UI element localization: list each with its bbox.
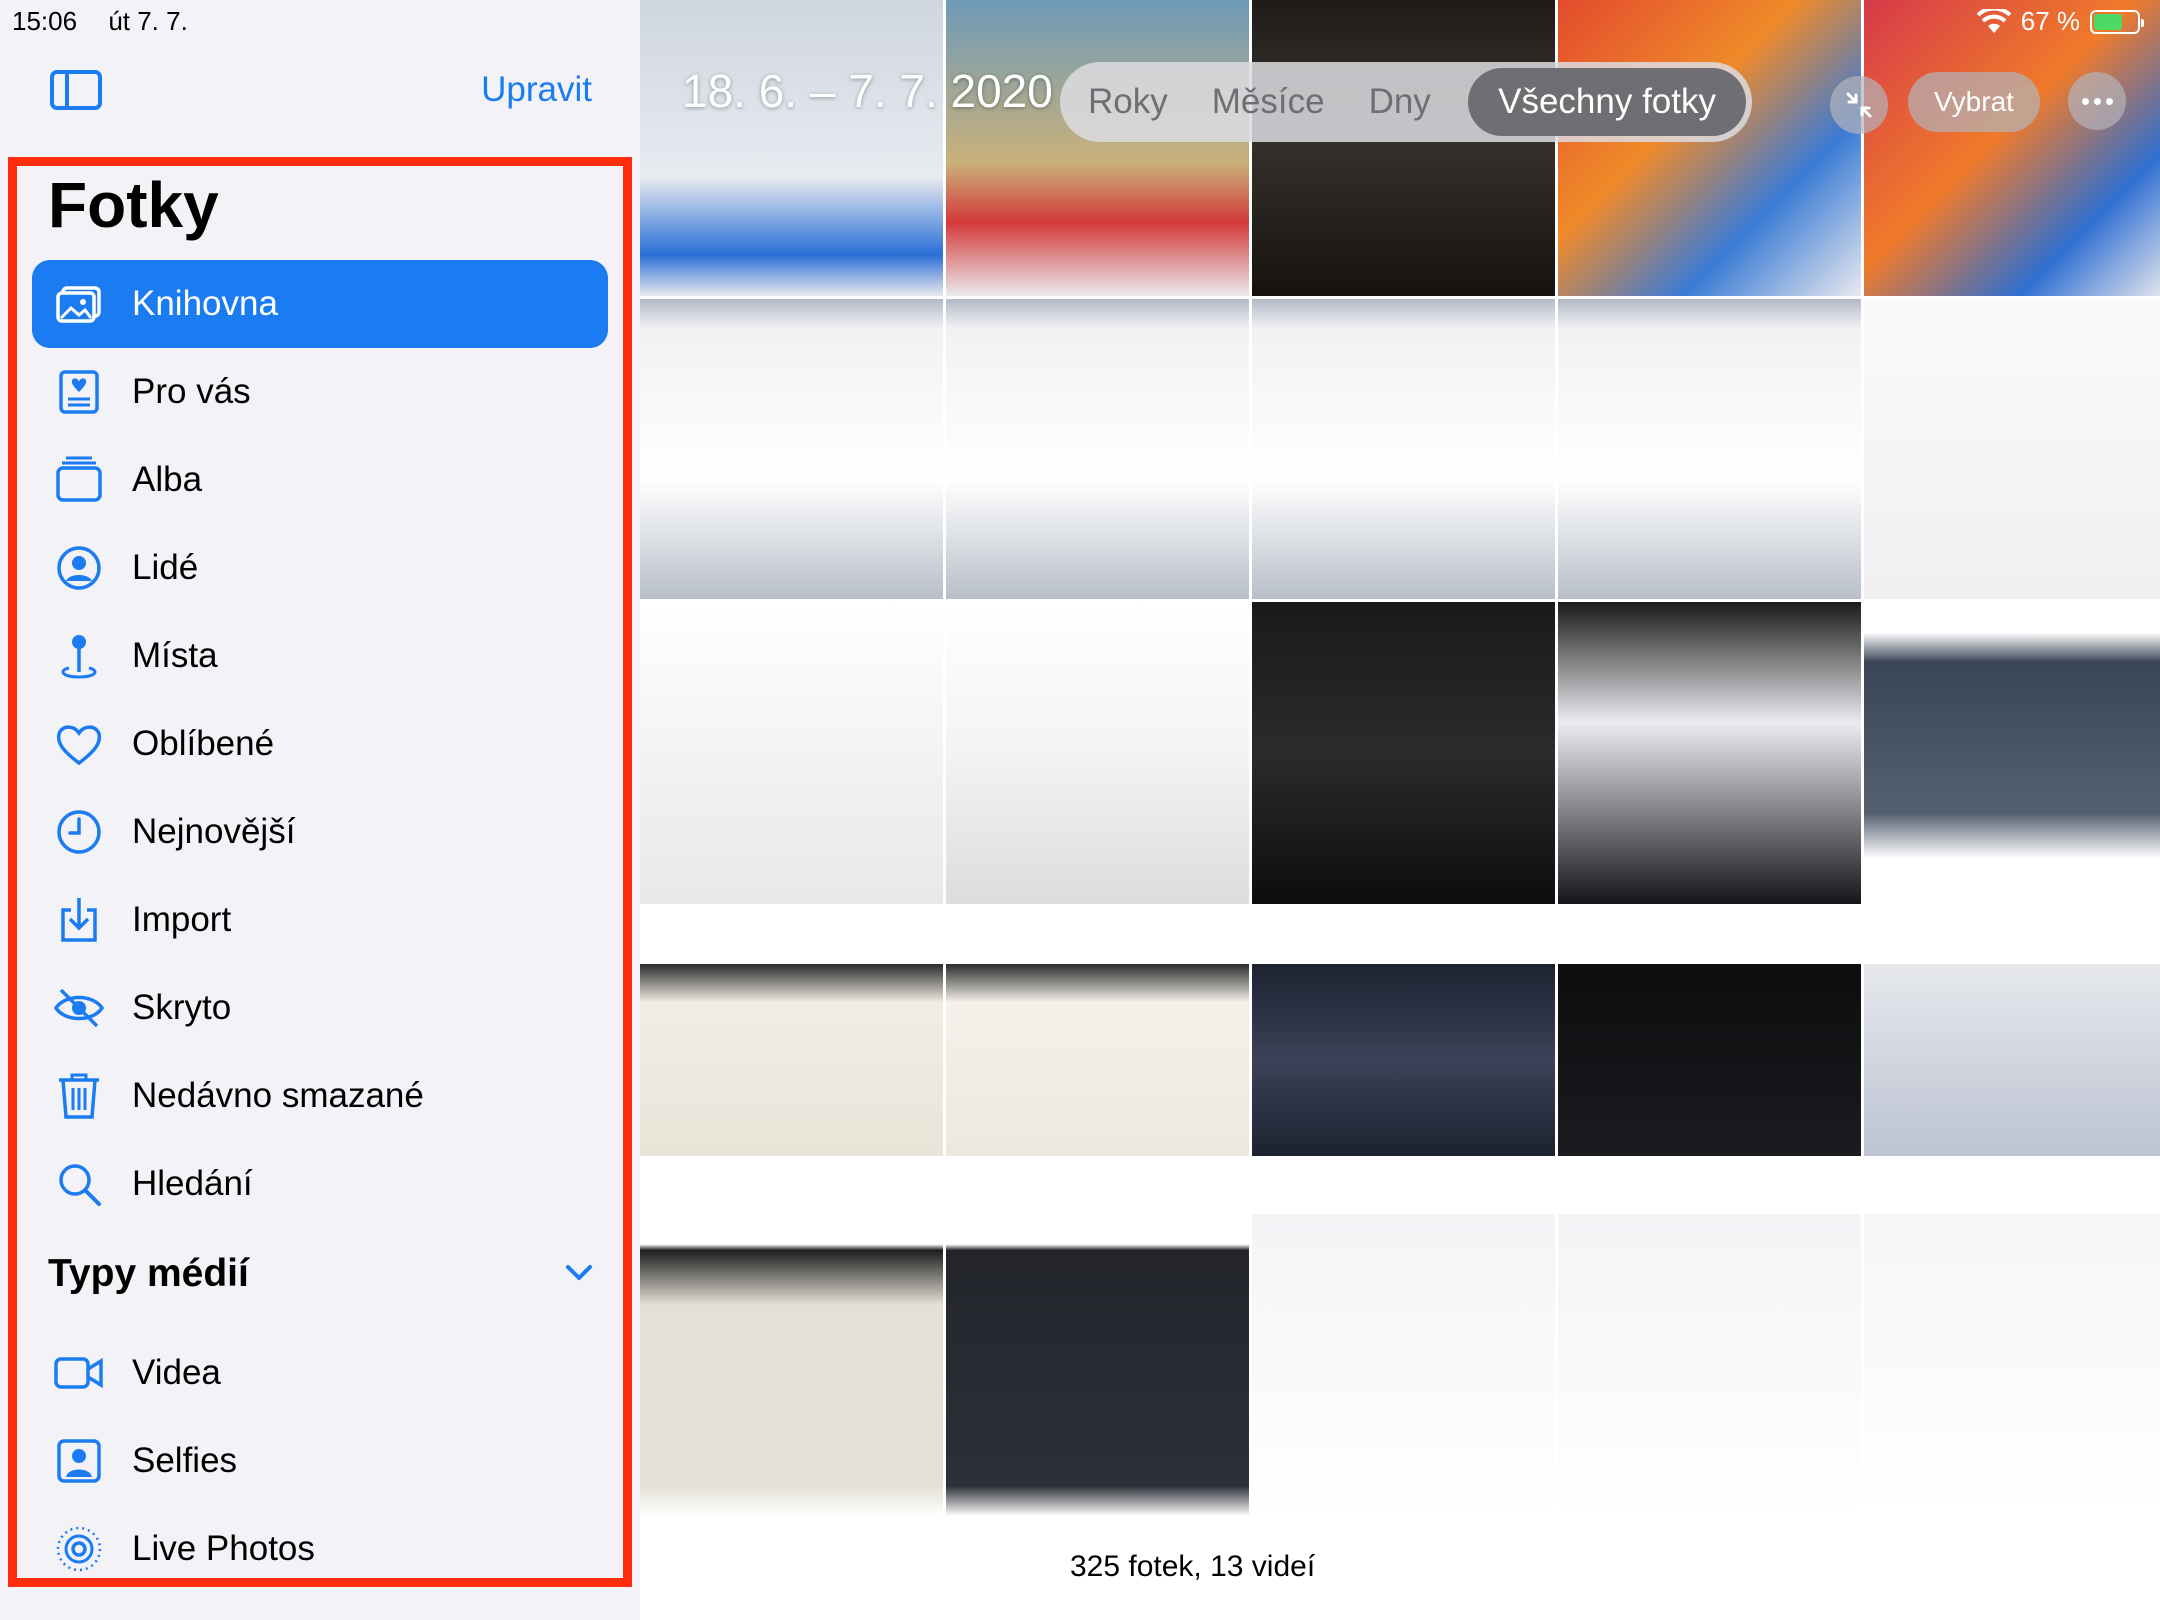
live-photo-icon (50, 1520, 108, 1578)
view-segmented-control: Roky Měsíce Dny Všechny fotky (1060, 62, 1752, 142)
sidebar-item-label: Live Photos (132, 1529, 315, 1568)
photo-thumbnail[interactable] (1864, 1214, 2160, 1516)
segment-1[interactable]: Měsíce (1190, 68, 1347, 136)
photo-thumbnail[interactable] (1864, 0, 2160, 296)
photo-thumbnail[interactable] (640, 602, 943, 904)
sidebar-item-videa[interactable]: Videa (32, 1329, 608, 1417)
people-icon (50, 539, 108, 597)
photo-thumbnail[interactable] (1558, 964, 1861, 1156)
photo-thumbnail[interactable] (1864, 602, 2160, 904)
photo-thumbnail[interactable] (640, 964, 943, 1156)
sidebar-item-label: Skryto (132, 988, 232, 1027)
photo-thumbnail[interactable] (1252, 0, 1555, 296)
photo-count: 325 fotek, 13 videí (1070, 1550, 1316, 1583)
sidebar-item-label: Knihovna (132, 284, 278, 323)
photo-thumbnail[interactable] (1252, 964, 1555, 1156)
albums-icon (50, 451, 108, 509)
more-button[interactable] (2068, 72, 2126, 130)
status-date: út 7. 7. (108, 6, 188, 36)
trash-icon (50, 1067, 108, 1125)
photo-thumbnail[interactable] (946, 1214, 1249, 1516)
photo-thumbnail[interactable] (1864, 964, 2160, 1156)
photo-library: 18. 6. – 7. 7. 2020 Roky Měsíce Dny Všechny… (640, 0, 2160, 1620)
status-time: 15:06 (12, 6, 78, 36)
sidebar-item-label: Videa (132, 1353, 221, 1392)
edit-button[interactable]: Upravit (481, 70, 592, 110)
sidebar-item-skryto[interactable]: Skryto (32, 964, 608, 1052)
battery-icon (2090, 9, 2144, 34)
select-button[interactable]: Vybrat (1908, 72, 2040, 132)
video-icon (50, 1344, 108, 1402)
sidebar-item-pro-vas[interactable]: Pro vás (32, 348, 608, 436)
sidebar-item-selfies[interactable]: Selfies (32, 1417, 608, 1505)
segment-2[interactable]: Dny (1347, 68, 1453, 136)
media-types-title: Typy médií (48, 1252, 249, 1295)
collapse-arrows-icon (1846, 92, 1872, 118)
selfie-icon (50, 1432, 108, 1490)
sidebar-item-label: Alba (132, 460, 203, 499)
segment-0[interactable]: Roky (1066, 68, 1190, 136)
sidebar-item-lide[interactable]: Lidé (32, 524, 608, 612)
search-icon (50, 1155, 108, 1213)
photo-thumbnail[interactable] (1558, 1214, 1861, 1516)
sidebar-item-label: Nedávno smazané (132, 1076, 424, 1115)
wifi-icon (1976, 8, 2011, 33)
sidebar-item-oblibene[interactable]: Oblíbené (32, 700, 608, 788)
zoom-toggle-button[interactable] (1830, 76, 1888, 134)
photo-thumbnail[interactable] (640, 0, 943, 296)
segment-3[interactable]: Všechny fotky (1468, 68, 1746, 136)
heart-icon (50, 715, 108, 773)
sidebar-item-label: Oblíbené (132, 724, 275, 763)
photo-thumbnail[interactable] (640, 1214, 943, 1516)
sidebar-item-label: Lidé (132, 548, 199, 587)
status-bar-left: 15:06 út 7. 7. (12, 6, 212, 37)
photo-thumbnail[interactable] (640, 299, 943, 599)
sidebar-item-label: Selfies (132, 1441, 238, 1480)
for-you-icon (50, 363, 108, 421)
date-range-title: 18. 6. – 7. 7. 2020 (682, 65, 1053, 117)
sidebar-item-alba[interactable]: Alba (32, 436, 608, 524)
photo-thumbnail[interactable] (1252, 299, 1555, 599)
places-icon (50, 627, 108, 685)
sidebar-item-hledani[interactable]: Hledání (32, 1140, 608, 1228)
library-icon (50, 275, 108, 333)
photo-thumbnail[interactable] (946, 0, 1249, 296)
photo-thumbnail[interactable] (946, 602, 1249, 904)
sidebar-item-import[interactable]: Import (32, 876, 608, 964)
sidebar-item-live-photos[interactable]: Live Photos (32, 1505, 608, 1593)
clock-icon (50, 803, 108, 861)
media-types-list: Videa Selfies Live Photos (32, 1329, 608, 1593)
photo-thumbnail[interactable] (1252, 602, 1555, 904)
sidebar-item-label: Hledání (132, 1164, 253, 1203)
sidebar-nav: Knihovna Pro vás Alba Lidé Místa Oblíbené Nejn… (32, 260, 608, 1228)
photo-thumbnail[interactable] (1558, 299, 1861, 599)
sidebar-item-knihovna[interactable]: Knihovna (32, 260, 608, 348)
sidebar: Upravit Fotky Knihovna Pro vás Alba Lidé Mís… (0, 0, 640, 1620)
sidebar-item-mista[interactable]: Místa (32, 612, 608, 700)
sidebar-item-label: Nejnovější (132, 812, 296, 851)
sidebar-item-label: Místa (132, 636, 218, 675)
chevron-down-icon[interactable] (562, 1255, 596, 1294)
sidebar-item-nedavno-smazane[interactable]: Nedávno smazané (32, 1052, 608, 1140)
media-types-header[interactable]: Typy médií (48, 1252, 596, 1296)
sidebar-item-nejnovejsi[interactable]: Nejnovější (32, 788, 608, 876)
sidebar-toggle-icon[interactable] (50, 70, 102, 110)
import-icon (50, 891, 108, 949)
photo-thumbnail[interactable] (946, 299, 1249, 599)
status-bar-right: 67 % (1976, 6, 2144, 37)
photo-thumbnail[interactable] (1558, 0, 1861, 296)
photo-thumbnail[interactable] (1864, 299, 2160, 599)
photo-thumbnail[interactable] (946, 964, 1249, 1156)
hidden-eye-icon (50, 979, 108, 1037)
sidebar-item-label: Pro vás (132, 372, 251, 411)
photo-thumbnail[interactable] (1558, 602, 1861, 904)
battery-percent: 67 % (2020, 6, 2080, 36)
sidebar-item-label: Import (132, 900, 232, 939)
sidebar-title: Fotky (48, 169, 219, 241)
photo-thumbnail[interactable] (1252, 1214, 1555, 1516)
